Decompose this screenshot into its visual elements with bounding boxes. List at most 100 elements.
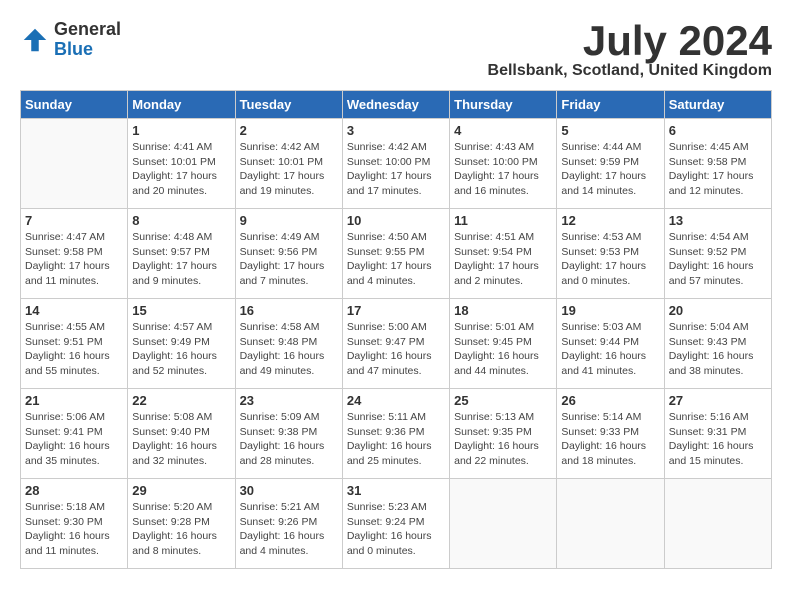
calendar-cell: 2 Sunrise: 4:42 AM Sunset: 10:01 PM Dayli… bbox=[235, 119, 342, 209]
calendar-day-header: Thursday bbox=[450, 91, 557, 119]
day-info: Sunrise: 5:11 AM Sunset: 9:36 PM Dayligh… bbox=[347, 410, 445, 469]
day-number: 9 bbox=[240, 213, 338, 228]
day-number: 19 bbox=[561, 303, 659, 318]
day-info: Sunrise: 4:58 AM Sunset: 9:48 PM Dayligh… bbox=[240, 320, 338, 379]
calendar-cell: 17 Sunrise: 5:00 AM Sunset: 9:47 PM Dayli… bbox=[342, 299, 449, 389]
calendar-cell: 13 Sunrise: 4:54 AM Sunset: 9:52 PM Dayli… bbox=[664, 209, 771, 299]
calendar-cell: 10Sunrise: 4:50 AM Sunset: 9:55 PM Dayli… bbox=[342, 209, 449, 299]
calendar-day-header: Wednesday bbox=[342, 91, 449, 119]
calendar-cell: 14 Sunrise: 4:55 AM Sunset: 9:51 PM Dayli… bbox=[21, 299, 128, 389]
day-info: Sunrise: 4:51 AM Sunset: 9:54 PM Dayligh… bbox=[454, 230, 552, 289]
calendar-cell: 27Sunrise: 5:16 AM Sunset: 9:31 PM Dayli… bbox=[664, 389, 771, 479]
day-number: 4 bbox=[454, 123, 552, 138]
day-number: 6 bbox=[669, 123, 767, 138]
page-subtitle: Bellsbank, Scotland, United Kingdom bbox=[488, 62, 772, 80]
day-number: 16 bbox=[240, 303, 338, 318]
day-info: Sunrise: 4:41 AM Sunset: 10:01 PM Daylig… bbox=[132, 140, 230, 199]
day-number: 5 bbox=[561, 123, 659, 138]
calendar-cell: 22 Sunrise: 5:08 AM Sunset: 9:40 PM Dayli… bbox=[128, 389, 235, 479]
day-info: Sunrise: 5:23 AM Sunset: 9:24 PM Dayligh… bbox=[347, 500, 445, 559]
day-info: Sunrise: 4:54 AM Sunset: 9:52 PM Dayligh… bbox=[669, 230, 767, 289]
day-info: Sunrise: 5:16 AM Sunset: 9:31 PM Dayligh… bbox=[669, 410, 767, 469]
day-number: 22 bbox=[132, 393, 230, 408]
day-number: 14 bbox=[25, 303, 123, 318]
day-number: 18 bbox=[454, 303, 552, 318]
calendar-table: SundayMondayTuesdayWednesdayThursdayFrid… bbox=[20, 90, 772, 569]
day-info: Sunrise: 4:43 AM Sunset: 10:00 PM Daylig… bbox=[454, 140, 552, 199]
day-info: Sunrise: 4:47 AM Sunset: 9:58 PM Dayligh… bbox=[25, 230, 123, 289]
logo-text: General Blue bbox=[54, 20, 121, 60]
day-number: 2 bbox=[240, 123, 338, 138]
day-number: 28 bbox=[25, 483, 123, 498]
day-info: Sunrise: 5:08 AM Sunset: 9:40 PM Dayligh… bbox=[132, 410, 230, 469]
calendar-cell: 12 Sunrise: 4:53 AM Sunset: 9:53 PM Dayli… bbox=[557, 209, 664, 299]
logo-general-text: General bbox=[54, 20, 121, 40]
day-info: Sunrise: 4:42 AM Sunset: 10:01 PM Daylig… bbox=[240, 140, 338, 199]
day-number: 25 bbox=[454, 393, 552, 408]
day-number: 20 bbox=[669, 303, 767, 318]
day-info: Sunrise: 4:57 AM Sunset: 9:49 PM Dayligh… bbox=[132, 320, 230, 379]
day-number: 3 bbox=[347, 123, 445, 138]
day-number: 29 bbox=[132, 483, 230, 498]
calendar-week-row: 14 Sunrise: 4:55 AM Sunset: 9:51 PM Dayli… bbox=[21, 299, 772, 389]
calendar-week-row: 28 Sunrise: 5:18 AM Sunset: 9:30 PM Dayli… bbox=[21, 479, 772, 569]
calendar-cell: 7 Sunrise: 4:47 AM Sunset: 9:58 PM Daylig… bbox=[21, 209, 128, 299]
day-info: Sunrise: 4:45 AM Sunset: 9:58 PM Dayligh… bbox=[669, 140, 767, 199]
calendar-cell bbox=[664, 479, 771, 569]
day-number: 24 bbox=[347, 393, 445, 408]
page-title: July 2024 bbox=[488, 20, 772, 62]
day-info: Sunrise: 4:50 AM Sunset: 9:55 PM Dayligh… bbox=[347, 230, 445, 289]
day-info: Sunrise: 5:18 AM Sunset: 9:30 PM Dayligh… bbox=[25, 500, 123, 559]
day-info: Sunrise: 4:53 AM Sunset: 9:53 PM Dayligh… bbox=[561, 230, 659, 289]
calendar-cell: 9Sunrise: 4:49 AM Sunset: 9:56 PM Daylig… bbox=[235, 209, 342, 299]
calendar-cell: 26Sunrise: 5:14 AM Sunset: 9:33 PM Dayli… bbox=[557, 389, 664, 479]
calendar-week-row: 7 Sunrise: 4:47 AM Sunset: 9:58 PM Daylig… bbox=[21, 209, 772, 299]
calendar-week-row: 1 Sunrise: 4:41 AM Sunset: 10:01 PM Dayli… bbox=[21, 119, 772, 209]
day-info: Sunrise: 5:06 AM Sunset: 9:41 PM Dayligh… bbox=[25, 410, 123, 469]
day-info: Sunrise: 5:01 AM Sunset: 9:45 PM Dayligh… bbox=[454, 320, 552, 379]
day-number: 7 bbox=[25, 213, 123, 228]
calendar-cell: 5 Sunrise: 4:44 AM Sunset: 9:59 PM Daylig… bbox=[557, 119, 664, 209]
day-number: 30 bbox=[240, 483, 338, 498]
calendar-cell: 19Sunrise: 5:03 AM Sunset: 9:44 PM Dayli… bbox=[557, 299, 664, 389]
day-number: 21 bbox=[25, 393, 123, 408]
logo: General Blue bbox=[20, 20, 121, 60]
day-info: Sunrise: 5:00 AM Sunset: 9:47 PM Dayligh… bbox=[347, 320, 445, 379]
calendar-header-row: SundayMondayTuesdayWednesdayThursdayFrid… bbox=[21, 91, 772, 119]
calendar-cell: 21 Sunrise: 5:06 AM Sunset: 9:41 PM Dayli… bbox=[21, 389, 128, 479]
day-info: Sunrise: 4:44 AM Sunset: 9:59 PM Dayligh… bbox=[561, 140, 659, 199]
calendar-day-header: Friday bbox=[557, 91, 664, 119]
calendar-cell: 8 Sunrise: 4:48 AM Sunset: 9:57 PM Daylig… bbox=[128, 209, 235, 299]
calendar-cell: 29 Sunrise: 5:20 AM Sunset: 9:28 PM Dayli… bbox=[128, 479, 235, 569]
title-block: July 2024 Bellsbank, Scotland, United Ki… bbox=[488, 20, 772, 80]
day-number: 13 bbox=[669, 213, 767, 228]
calendar-cell: 30Sunrise: 5:21 AM Sunset: 9:26 PM Dayli… bbox=[235, 479, 342, 569]
day-number: 23 bbox=[240, 393, 338, 408]
calendar-cell: 3 Sunrise: 4:42 AM Sunset: 10:00 PM Dayli… bbox=[342, 119, 449, 209]
day-info: Sunrise: 5:14 AM Sunset: 9:33 PM Dayligh… bbox=[561, 410, 659, 469]
day-info: Sunrise: 4:55 AM Sunset: 9:51 PM Dayligh… bbox=[25, 320, 123, 379]
day-number: 8 bbox=[132, 213, 230, 228]
calendar-cell: 23 Sunrise: 5:09 AM Sunset: 9:38 PM Dayli… bbox=[235, 389, 342, 479]
calendar-cell bbox=[557, 479, 664, 569]
day-info: Sunrise: 5:09 AM Sunset: 9:38 PM Dayligh… bbox=[240, 410, 338, 469]
calendar-cell: 25Sunrise: 5:13 AM Sunset: 9:35 PM Dayli… bbox=[450, 389, 557, 479]
calendar-cell: 16 Sunrise: 4:58 AM Sunset: 9:48 PM Dayli… bbox=[235, 299, 342, 389]
page-header: General Blue July 2024 Bellsbank, Scotla… bbox=[20, 20, 772, 80]
calendar-day-header: Saturday bbox=[664, 91, 771, 119]
day-number: 17 bbox=[347, 303, 445, 318]
day-number: 12 bbox=[561, 213, 659, 228]
calendar-cell: 4 Sunrise: 4:43 AM Sunset: 10:00 PM Dayli… bbox=[450, 119, 557, 209]
day-info: Sunrise: 4:42 AM Sunset: 10:00 PM Daylig… bbox=[347, 140, 445, 199]
day-info: Sunrise: 5:04 AM Sunset: 9:43 PM Dayligh… bbox=[669, 320, 767, 379]
logo-icon bbox=[20, 25, 50, 55]
day-number: 11 bbox=[454, 213, 552, 228]
calendar-week-row: 21 Sunrise: 5:06 AM Sunset: 9:41 PM Dayli… bbox=[21, 389, 772, 479]
day-number: 31 bbox=[347, 483, 445, 498]
day-number: 1 bbox=[132, 123, 230, 138]
day-info: Sunrise: 5:20 AM Sunset: 9:28 PM Dayligh… bbox=[132, 500, 230, 559]
day-info: Sunrise: 4:48 AM Sunset: 9:57 PM Dayligh… bbox=[132, 230, 230, 289]
day-number: 15 bbox=[132, 303, 230, 318]
calendar-day-header: Sunday bbox=[21, 91, 128, 119]
calendar-cell: 18 Sunrise: 5:01 AM Sunset: 9:45 PM Dayli… bbox=[450, 299, 557, 389]
